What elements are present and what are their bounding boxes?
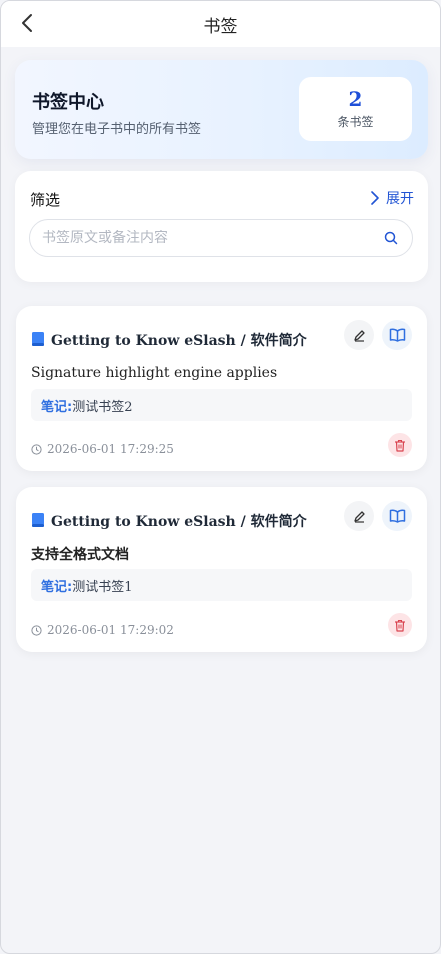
- top-bar: 书签: [1, 1, 440, 47]
- trash-icon: [395, 619, 405, 632]
- bookmark-card-header: Getting to Know eSlash / 软件简介: [31, 320, 412, 358]
- search-input[interactable]: [42, 230, 382, 246]
- note-label: 笔记:: [41, 579, 73, 595]
- bookmark-card[interactable]: Getting to Know eSlash / 软件简介 支持全格式文档 笔记…: [16, 487, 427, 652]
- pencil-icon: [353, 329, 365, 342]
- chevron-right-icon: [371, 191, 379, 205]
- timestamp-text: 2026-06-01 17:29:02: [47, 623, 174, 637]
- open-in-reader-button[interactable]: [382, 320, 412, 350]
- trash-icon: [395, 439, 405, 452]
- bookmark-count-label: 条书签: [337, 115, 374, 129]
- bookmark-timestamp: 2026-06-01 17:29:25: [31, 442, 174, 456]
- bookmark-card-header: Getting to Know eSlash / 软件简介: [31, 501, 412, 539]
- bookmark-note: 笔记: 测试书签1: [31, 569, 412, 601]
- bookmark-count-box: 2 条书签: [299, 77, 412, 141]
- bookmark-summary-card: 书签中心 管理您在电子书中的所有书签 2 条书签: [15, 60, 428, 159]
- filter-panel: 筛选 展开: [15, 171, 428, 282]
- search-icon[interactable]: [382, 229, 400, 247]
- expand-filter-button[interactable]: 展开: [370, 188, 414, 208]
- summary-subtitle: 管理您在电子书中的所有书签: [32, 122, 202, 137]
- note-text: 测试书签1: [72, 579, 133, 595]
- expand-label: 展开: [386, 191, 414, 207]
- note-label: 笔记:: [41, 399, 73, 415]
- edit-note-button[interactable]: [344, 320, 374, 350]
- bookmark-note: 笔记: 测试书签2: [31, 389, 412, 421]
- app-frame: 书签 书签中心 管理您在电子书中的所有书签 2 条书签 筛选 展开 书签原文或备…: [0, 0, 441, 954]
- pencil-icon: [353, 510, 365, 523]
- book-title: Getting to Know eSlash / 软件简介: [51, 333, 307, 349]
- open-book-icon: [389, 328, 405, 342]
- bookmark-timestamp: 2026-06-01 17:29:02: [31, 623, 174, 637]
- clock-icon: [31, 443, 42, 455]
- search-box: [29, 219, 413, 257]
- summary-title: 书签中心: [32, 92, 104, 113]
- book-title: Getting to Know eSlash / 软件简介: [51, 514, 307, 530]
- page-title: 书签: [203, 16, 238, 37]
- book-icon: [32, 332, 44, 346]
- chevron-left-icon: [22, 14, 32, 32]
- clock-icon: [31, 624, 42, 636]
- edit-note-button[interactable]: [344, 501, 374, 531]
- bookmark-card[interactable]: Getting to Know eSlash / 软件简介 Signature …: [16, 306, 427, 471]
- delete-bookmark-button[interactable]: [388, 433, 412, 457]
- open-in-reader-button[interactable]: [382, 501, 412, 531]
- back-button[interactable]: [15, 11, 39, 35]
- book-icon: [32, 513, 44, 527]
- bookmark-excerpt: 支持全格式文档: [31, 547, 129, 563]
- bookmark-count: 2: [348, 87, 363, 111]
- open-book-icon: [389, 509, 405, 523]
- timestamp-text: 2026-06-01 17:29:25: [47, 442, 174, 456]
- filter-title: 筛选: [30, 191, 61, 209]
- delete-bookmark-button[interactable]: [388, 613, 412, 637]
- note-text: 测试书签2: [72, 399, 133, 415]
- bookmark-excerpt: Signature highlight engine applies: [31, 365, 278, 381]
